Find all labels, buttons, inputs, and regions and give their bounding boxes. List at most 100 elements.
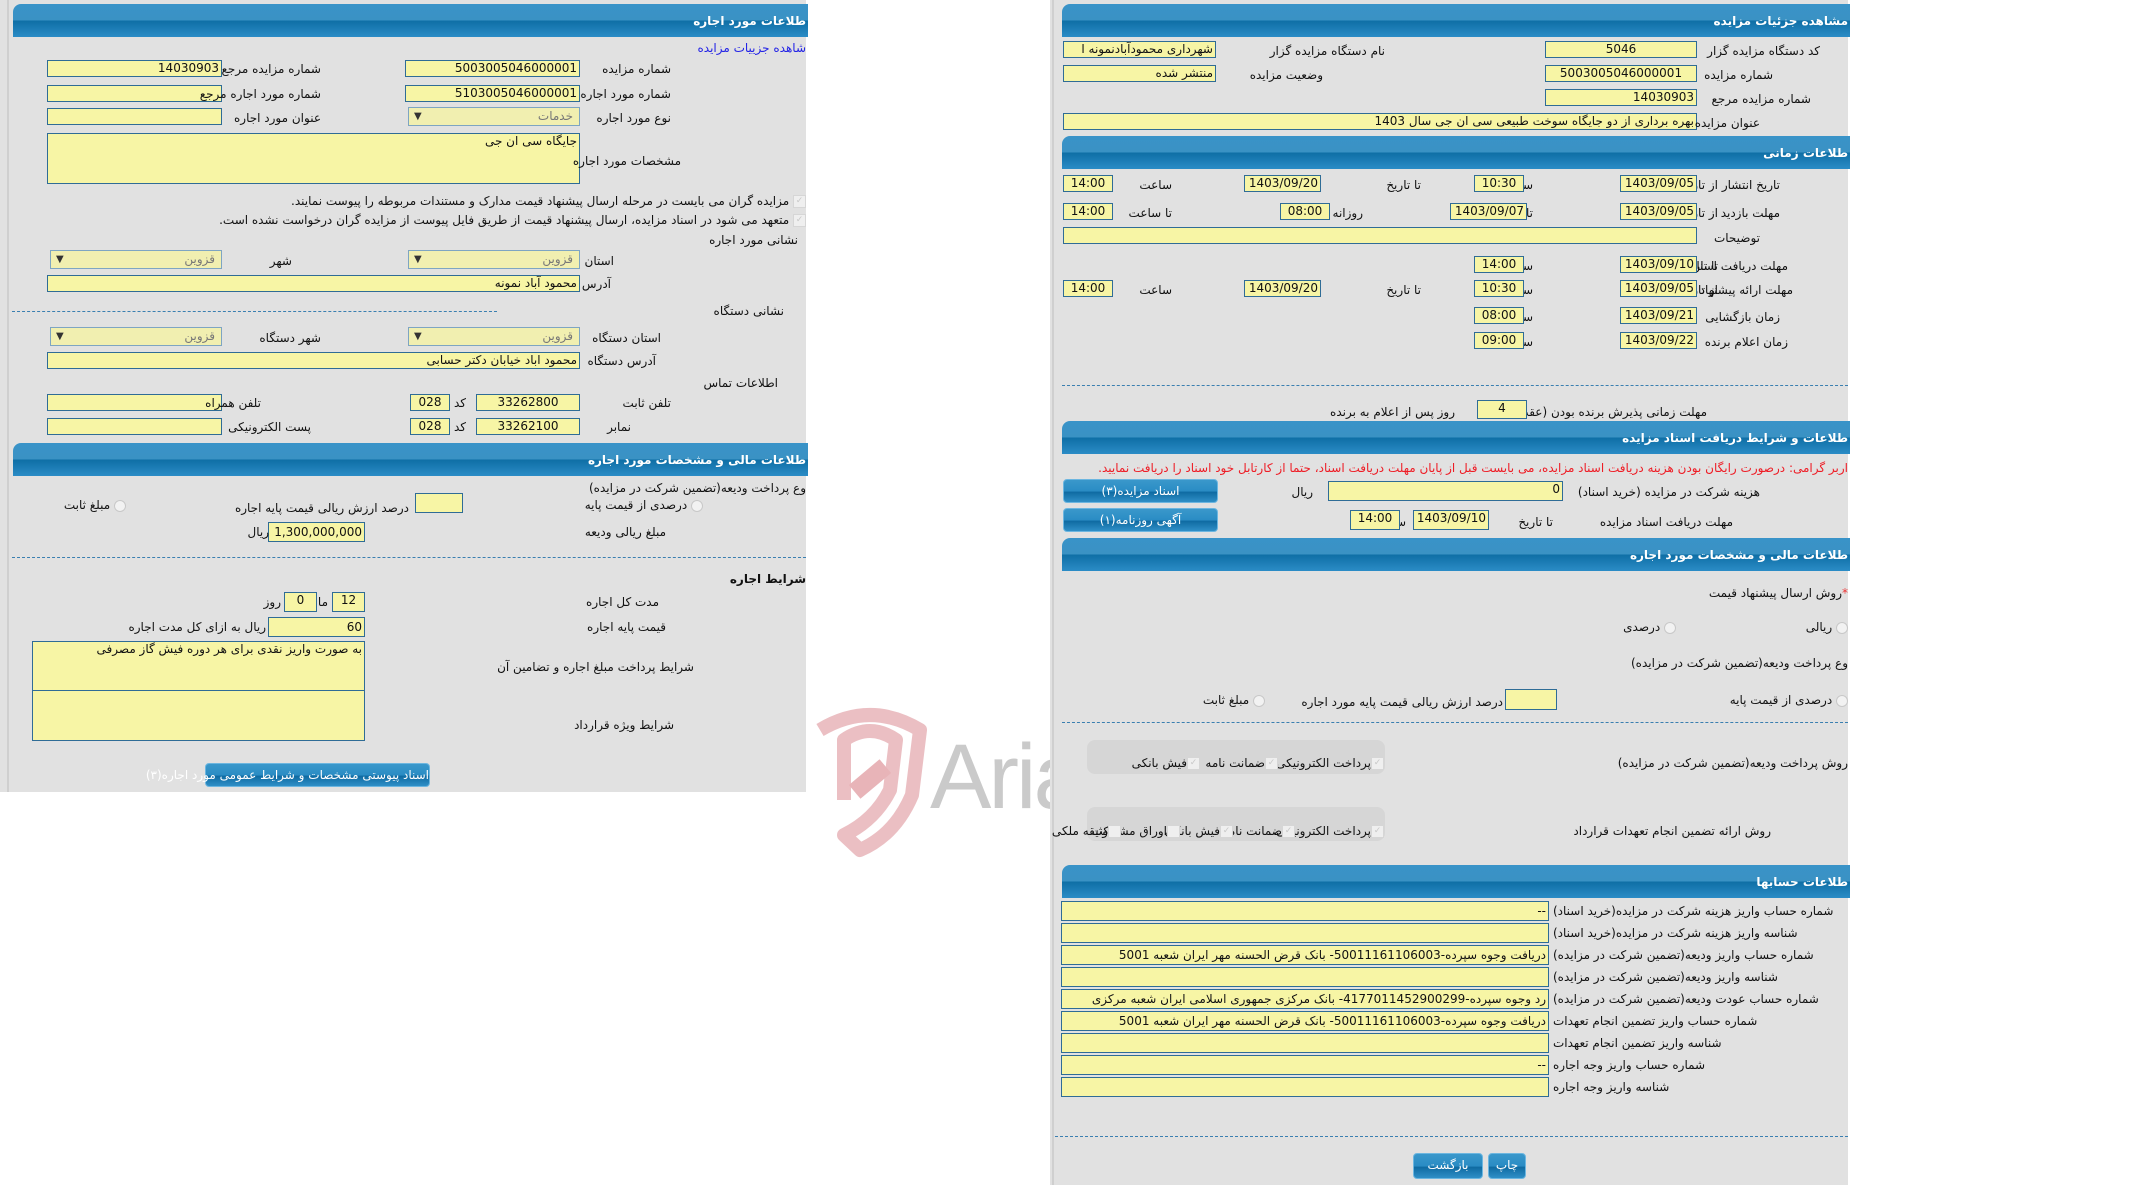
radio-button[interactable]: [1253, 694, 1265, 707]
visit-daily-from[interactable]: 08:00: [1280, 203, 1330, 220]
offer-from-time[interactable]: 10:30: [1474, 280, 1524, 297]
acceptance-days-field[interactable]: 4: [1477, 400, 1527, 419]
deposit-percent-field[interactable]: [1505, 689, 1557, 710]
org-name-field[interactable]: شهرداری محمودآبادنمونه ا: [1063, 41, 1216, 58]
chevron-down-icon: ▼: [414, 331, 422, 342]
org-city-select[interactable]: قزوین ▼: [50, 327, 222, 346]
checkbox[interactable]: [1108, 825, 1121, 838]
org-code-field[interactable]: 5046: [1545, 41, 1697, 58]
view-auction-details-link[interactable]: شاهده جزییات مزایده: [697, 41, 806, 55]
account-field[interactable]: [1061, 967, 1549, 987]
back-button[interactable]: بازگشت: [1413, 1153, 1483, 1179]
ref-auction-number-field[interactable]: 14030903: [47, 60, 222, 77]
phone-code-field[interactable]: 028: [410, 394, 450, 411]
ref-number-field[interactable]: 14030903: [1545, 89, 1697, 106]
account-field[interactable]: دریافت وجوه سپرده-50011161106003- بانک ق…: [1061, 1011, 1549, 1031]
checkbox[interactable]: ✓: [1371, 757, 1384, 770]
lease-type-select[interactable]: خدمات ▼: [408, 107, 580, 126]
phone-field[interactable]: 33262800: [476, 394, 580, 411]
base-price-field[interactable]: 60: [268, 617, 365, 637]
visit-to-date[interactable]: 1403/09/07: [1450, 203, 1527, 220]
lease-item-number-field[interactable]: 5103005046000001: [405, 85, 580, 102]
visit-daily-to[interactable]: 14:00: [1063, 203, 1113, 220]
deposit-percent-option[interactable]: درصدی از قیمت پایه: [1730, 692, 1848, 708]
winner-time[interactable]: 09:00: [1474, 332, 1524, 349]
publish-to-time[interactable]: 14:00: [1063, 175, 1113, 192]
deposit-amount-field[interactable]: 1,300,000,000: [268, 522, 365, 542]
opening-time[interactable]: 08:00: [1474, 307, 1524, 324]
checkbox[interactable]: ✓: [1187, 757, 1200, 770]
account-field[interactable]: --: [1061, 901, 1549, 921]
email-field[interactable]: [47, 418, 222, 435]
checkbox[interactable]: [1167, 825, 1180, 838]
attachments-button[interactable]: اسناد پیوستی مشخصات و شرایط عمومی مورد ا…: [146, 763, 430, 787]
account-field[interactable]: --: [1061, 1055, 1549, 1075]
percent-offer-option[interactable]: درصدی: [1623, 619, 1676, 635]
publish-to-date[interactable]: 1403/09/20: [1244, 175, 1321, 192]
auction-docs-button[interactable]: اسناد مزایده(۳): [1063, 479, 1218, 503]
deposit-fixed-option[interactable]: مبلغ ثابت: [64, 497, 126, 513]
docs-deadline-date[interactable]: 1403/09/10: [1413, 510, 1489, 530]
org-province-select[interactable]: قزوین ▼: [408, 327, 580, 346]
radio-button[interactable]: [1836, 694, 1848, 707]
docs-deadline-time[interactable]: 14:00: [1350, 510, 1400, 530]
lease-title-field[interactable]: [47, 108, 222, 125]
mobile-field[interactable]: [47, 394, 222, 411]
deposit-percent-option[interactable]: درصدی از قیمت پایه: [585, 497, 703, 513]
deposit-method-bank-slip[interactable]: ✓فیش بانکی: [1132, 755, 1200, 771]
opening-date[interactable]: 1403/09/21: [1620, 307, 1697, 324]
guarantee-method-property[interactable]: وثیقه ملکی: [1052, 823, 1121, 839]
checkbox[interactable]: ✓: [1220, 825, 1233, 838]
days-field[interactable]: 0: [284, 592, 317, 612]
deposit-method-electronic[interactable]: ✓پرداخت الکترونیکی: [1276, 755, 1384, 771]
lease-specs-textarea[interactable]: جایگاه سی ان جی: [47, 133, 580, 184]
ref-lease-item-number-field[interactable]: [47, 85, 222, 102]
visit-from-date[interactable]: 1403/09/05: [1620, 203, 1697, 220]
account-field[interactable]: [1061, 1033, 1549, 1053]
doc-deadline-date[interactable]: 1403/09/10: [1620, 256, 1697, 273]
deposit-method-guarantee[interactable]: ✓ضمانت نامه: [1205, 755, 1278, 771]
auction-number-field[interactable]: 5003005046000001: [405, 60, 580, 77]
radio-button[interactable]: [1836, 621, 1848, 634]
address-field[interactable]: محمود آباد نمونه: [47, 275, 580, 292]
radio-button[interactable]: [691, 499, 703, 512]
winner-date[interactable]: 1403/09/22: [1620, 332, 1697, 349]
print-button[interactable]: چاپ: [1488, 1153, 1526, 1179]
account-field[interactable]: [1061, 1077, 1549, 1097]
checkbox[interactable]: ✓: [1282, 825, 1295, 838]
org-address-field[interactable]: محمود اباد خیابان دکتر حسابی: [47, 352, 580, 369]
special-terms-textarea[interactable]: [32, 690, 365, 741]
fax-code-label: کد: [453, 420, 466, 434]
offer-from-date[interactable]: 1403/09/05: [1620, 280, 1697, 297]
deposit-percent-field[interactable]: [415, 493, 463, 513]
account-field[interactable]: [1061, 923, 1549, 943]
fax-code-field[interactable]: 028: [410, 418, 450, 435]
checkbox[interactable]: ✓: [1265, 757, 1278, 770]
payment-terms-textarea[interactable]: به صورت واریز نقدی برای هر دوره فیش گاز …: [32, 641, 365, 692]
doc-deadline-time[interactable]: 14:00: [1474, 256, 1524, 273]
newspaper-ad-button[interactable]: آگهی روزنامه(۱): [1063, 508, 1218, 532]
deposit-fixed-option[interactable]: مبلغ ثابت: [1203, 692, 1265, 708]
deposit-amount-label: مبلغ ریالی ودیعه: [584, 525, 666, 539]
city-select[interactable]: قزوین ▼: [50, 250, 222, 269]
province-select[interactable]: قزوین ▼: [408, 250, 580, 269]
accounts-header: طلاعات حسابها: [1062, 865, 1850, 898]
offer-to-time[interactable]: 14:00: [1063, 280, 1113, 297]
auction-title-field[interactable]: بهره برداری از دو جایگاه سوخت طبیعی سی ا…: [1063, 113, 1697, 130]
publish-from-time[interactable]: 10:30: [1474, 175, 1524, 192]
auction-number-field[interactable]: 5003005046000001: [1545, 65, 1697, 82]
status-field[interactable]: منتشر شده: [1063, 65, 1216, 82]
rial-offer-option[interactable]: ریالی: [1806, 619, 1848, 635]
docs-fee-field[interactable]: 0: [1328, 481, 1563, 501]
account-field[interactable]: رد وجوه سپرده-4177011452900299- بانک مرک…: [1061, 989, 1549, 1009]
months-field[interactable]: 12: [332, 592, 365, 612]
checkbox[interactable]: ✓: [1371, 825, 1384, 838]
publish-from-date[interactable]: 1403/09/05: [1620, 175, 1697, 192]
guarantee-method-guarantee[interactable]: ✓ضمانت نامه: [1222, 823, 1295, 839]
account-field[interactable]: دریافت وجوه سپرده-50011161106003- بانک ق…: [1061, 945, 1549, 965]
radio-button[interactable]: [1664, 621, 1676, 634]
description-field[interactable]: [1063, 227, 1697, 244]
radio-button[interactable]: [114, 499, 126, 512]
fax-field[interactable]: 33262100: [476, 418, 580, 435]
offer-to-date[interactable]: 1403/09/20: [1244, 280, 1321, 297]
